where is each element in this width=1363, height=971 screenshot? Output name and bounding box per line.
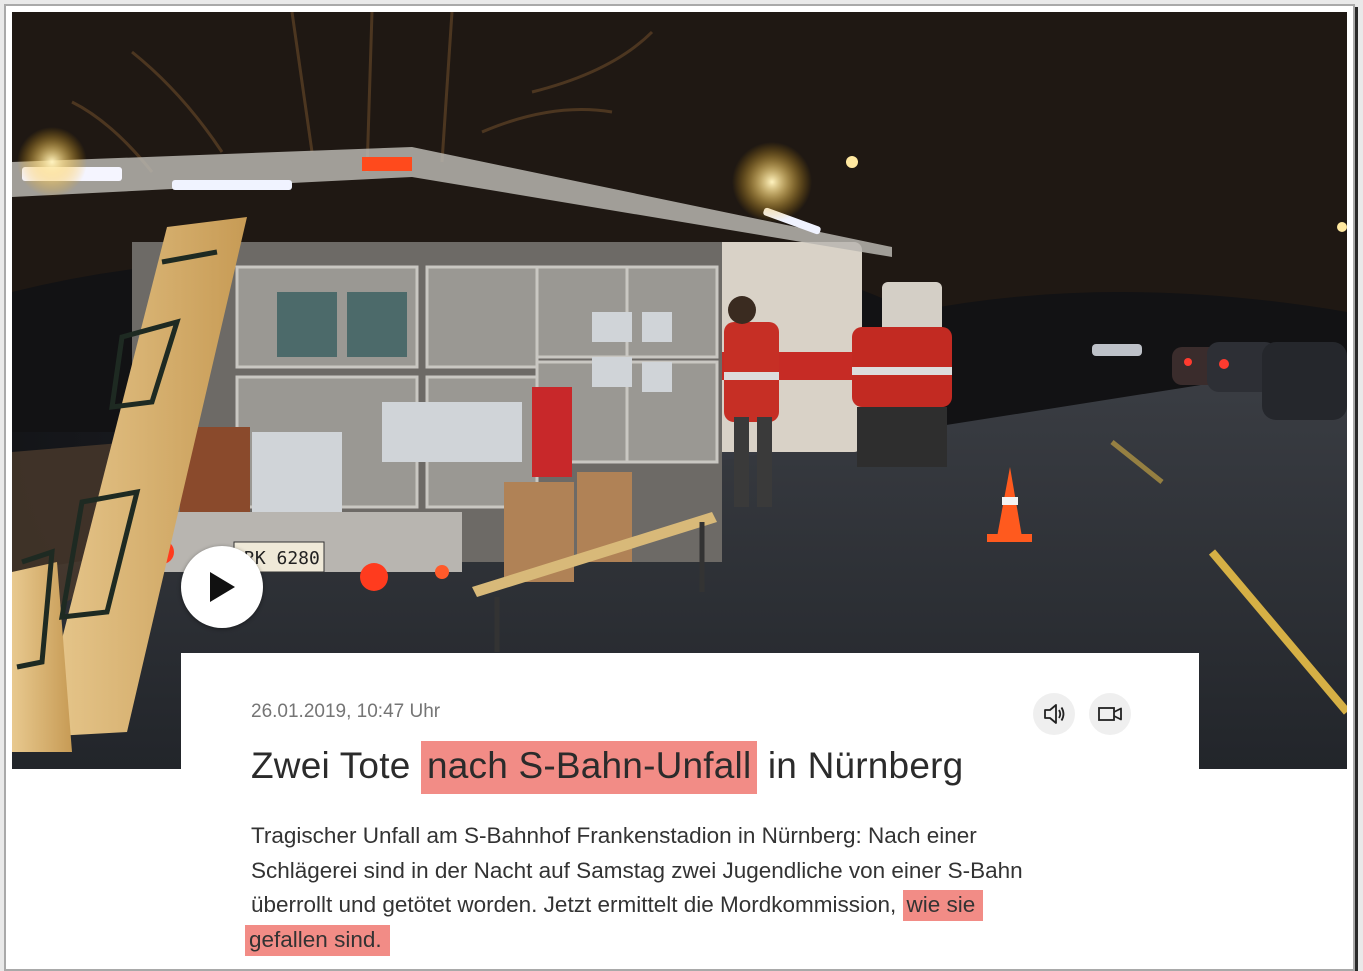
article-meta-row: 26.01.2019, 10:47 Uhr bbox=[251, 693, 1131, 739]
play-icon bbox=[210, 572, 235, 602]
article-teaser-card[interactable]: 26.01.2019, 10:47 Uhr Zwei Tote nach S-B… bbox=[181, 653, 1199, 969]
listen-audio-button[interactable] bbox=[1033, 693, 1075, 735]
article-headline[interactable]: Zwei Tote nach S-Bahn-Unfall in Nürnberg bbox=[251, 741, 964, 794]
video-camera-icon bbox=[1098, 707, 1122, 721]
article-teaser-text: Tragischer Unfall am S-Bahnhof Frankenst… bbox=[245, 819, 1081, 957]
headline-highlight: nach S-Bahn-Unfall bbox=[420, 741, 758, 794]
watch-video-button[interactable] bbox=[1089, 693, 1131, 735]
headline-text-pre: Zwei Tote bbox=[251, 745, 421, 786]
play-video-button[interactable] bbox=[181, 546, 263, 628]
speaker-icon bbox=[1044, 704, 1065, 724]
article-date: 26.01.2019, 10:47 Uhr bbox=[251, 701, 441, 722]
article-frame: RK 6280 26.01.2019, 10:47 Uhr Zwei Tote … bbox=[4, 4, 1355, 971]
headline-text-post: in Nürnberg bbox=[757, 745, 964, 786]
teaser-highlight-2: gefallen sind. bbox=[245, 924, 390, 956]
teaser-highlight-1: wie sie bbox=[902, 890, 984, 921]
